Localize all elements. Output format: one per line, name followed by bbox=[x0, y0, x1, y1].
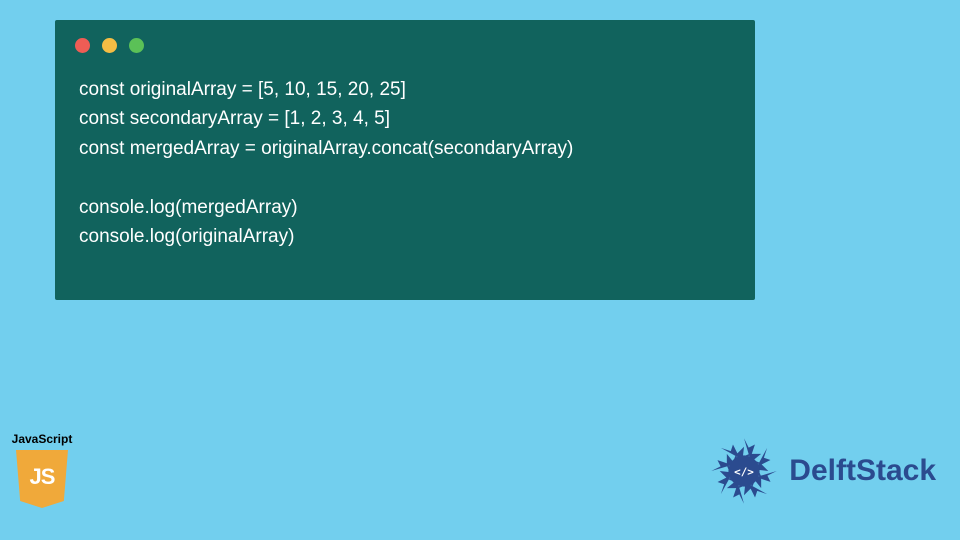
close-icon bbox=[75, 38, 90, 53]
delftstack-mandala-icon: </> bbox=[705, 432, 783, 510]
code-content: const originalArray = [5, 10, 15, 20, 25… bbox=[55, 63, 755, 272]
window-traffic-lights bbox=[55, 20, 755, 63]
javascript-label: JavaScript bbox=[6, 432, 78, 446]
minimize-icon bbox=[102, 38, 117, 53]
javascript-shield-text: JS bbox=[30, 464, 55, 490]
code-window: const originalArray = [5, 10, 15, 20, 25… bbox=[55, 20, 755, 300]
delft-code-icon: </> bbox=[734, 466, 754, 479]
delftstack-logo: </> DelftStack bbox=[705, 432, 936, 510]
javascript-badge: JavaScript JS bbox=[6, 432, 78, 508]
delftstack-text: DelftStack bbox=[789, 454, 936, 488]
maximize-icon bbox=[129, 38, 144, 53]
javascript-shield-icon: JS bbox=[16, 450, 68, 508]
